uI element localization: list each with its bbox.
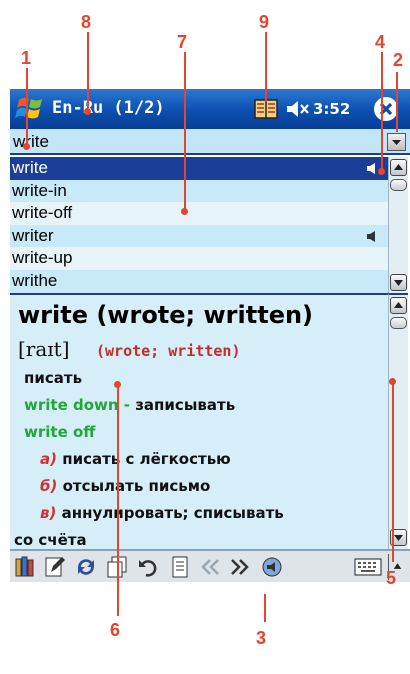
translation-text: аннулировать; списывать — [61, 504, 284, 522]
list-item[interactable]: write-off — [10, 202, 388, 225]
volume-muted-icon[interactable] — [286, 100, 310, 118]
search-input[interactable] — [13, 131, 373, 153]
list-item[interactable]: writer — [10, 224, 388, 248]
sense-number: а) — [40, 450, 57, 468]
list-item-word: write-in — [12, 180, 67, 200]
undo-icon[interactable] — [137, 555, 161, 579]
callout-number: 2 — [393, 50, 404, 70]
chevron-up-icon — [394, 302, 403, 308]
callout-dot — [23, 143, 30, 150]
phrase-line: write down - записывать — [24, 396, 235, 414]
scroll-down-button[interactable] — [390, 274, 407, 291]
scroll-thumb[interactable] — [390, 317, 407, 329]
list-item-word: writhe — [12, 270, 58, 290]
callout-dot — [389, 378, 396, 385]
callout-line — [184, 52, 186, 210]
callout-dot — [114, 381, 121, 388]
search-dropdown-button[interactable] — [387, 133, 406, 151]
translation-text: записывать — [135, 396, 236, 414]
forward-icon[interactable] — [228, 555, 252, 579]
windows-start-icon[interactable] — [14, 94, 46, 124]
sense-line: б) отсылать письмо — [40, 477, 210, 495]
chevron-down-icon — [394, 280, 403, 286]
speak-icon[interactable] — [260, 555, 284, 579]
callout-number: 6 — [110, 620, 121, 640]
chevron-down-icon — [392, 140, 401, 145]
sound-icon[interactable] — [366, 230, 380, 243]
callout-line — [381, 52, 383, 170]
list-item[interactable]: write — [10, 157, 388, 180]
callout-line — [26, 68, 28, 148]
list-item[interactable]: write-in — [10, 179, 388, 203]
list-item-word: write-off — [12, 203, 73, 223]
callout-number: 8 — [81, 12, 92, 32]
translation-text: писать с лёгкостью — [62, 450, 231, 468]
callout-number: 1 — [21, 48, 32, 68]
list-item-word: write-up — [12, 248, 73, 268]
callout-number: 9 — [259, 12, 270, 32]
translation-line: со счёта — [14, 531, 87, 549]
word-list: write write-in write-off writer write-up… — [10, 157, 388, 293]
sense-line: в) аннулировать; списывать — [40, 504, 284, 522]
callout-number: 4 — [375, 32, 386, 52]
article-scrollbar[interactable] — [388, 293, 408, 549]
translation-line: писать — [24, 369, 82, 387]
edit-icon[interactable] — [43, 555, 67, 579]
callout-dot — [181, 208, 188, 215]
keyboard-icon[interactable] — [354, 557, 382, 577]
title-bar: En-Ru (1/2) 3:52 — [10, 89, 410, 129]
callout-number: 5 — [386, 568, 397, 588]
list-item-word: write — [12, 158, 48, 177]
back-icon[interactable] — [198, 555, 222, 579]
window-title[interactable]: En-Ru (1/2) — [52, 98, 165, 118]
command-toolbar — [10, 549, 410, 582]
callout-line — [396, 72, 398, 132]
callout-dot — [84, 108, 91, 115]
headword: write (wrote; written) — [18, 301, 314, 329]
phrase-line: write off — [24, 423, 95, 441]
callout-line — [265, 32, 267, 102]
callout-line — [87, 32, 89, 108]
sense-number: в) — [40, 504, 57, 522]
page-icon[interactable] — [168, 555, 192, 579]
phrase-separator: - — [118, 396, 136, 414]
callout-line — [117, 384, 119, 616]
translation-text: отсылать письмо — [62, 477, 211, 495]
callout-number: 3 — [256, 628, 267, 648]
translation-text: писать — [24, 369, 83, 387]
dictionaries-icon[interactable] — [14, 555, 38, 579]
translation-text: со счёта — [14, 531, 87, 549]
sense-number: б) — [40, 477, 58, 495]
clock[interactable]: 3:52 — [313, 100, 350, 118]
list-item-word: writer — [12, 225, 54, 245]
refresh-icon[interactable] — [74, 555, 98, 579]
callout-dot — [378, 168, 385, 175]
screenshot: En-Ru (1/2) 3:52 write write write-in wr… — [0, 0, 410, 674]
callout-number: 7 — [177, 32, 188, 52]
word-forms: (wrote; written) — [96, 342, 241, 360]
word-list-scrollbar[interactable] — [388, 157, 408, 293]
phrase-link[interactable]: write off — [24, 423, 95, 441]
sense-line: а) писать с лёгкостью — [40, 450, 231, 468]
chevron-up-icon — [394, 164, 403, 170]
transcription: [raɪt] — [18, 337, 70, 361]
list-item[interactable]: write-up — [10, 247, 388, 270]
scroll-thumb[interactable] — [390, 179, 407, 191]
phrase-link[interactable]: write down — [24, 396, 119, 414]
list-item[interactable]: writhe — [10, 269, 388, 293]
scroll-up-button[interactable] — [390, 297, 407, 314]
callout-line — [392, 384, 394, 562]
search-bar — [10, 129, 410, 155]
article-pane: write (wrote; written) [raɪt] (wrote; wr… — [10, 293, 388, 549]
pocket-pc-screen: En-Ru (1/2) 3:52 write write write-in wr… — [10, 89, 410, 600]
scroll-up-button[interactable] — [390, 159, 407, 176]
callout-line — [264, 594, 266, 622]
